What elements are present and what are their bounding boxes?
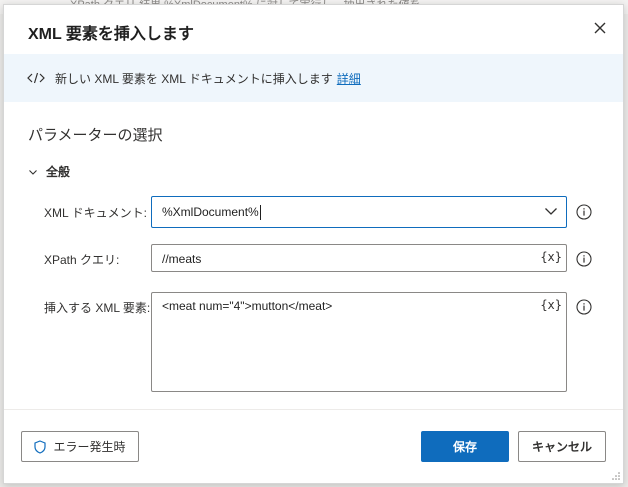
footer-divider [4, 409, 623, 410]
xml-document-label: XML ドキュメント: [44, 206, 147, 220]
code-icon [27, 72, 45, 84]
chevron-down-icon [29, 169, 37, 175]
chevron-down-icon [545, 208, 557, 215]
banner-description: 新しい XML 要素を XML ドキュメントに挿入します [55, 71, 333, 86]
details-link[interactable]: 詳細 [337, 70, 361, 87]
on-error-label: エラー発生時 [53, 440, 126, 454]
text-caret [259, 205, 261, 221]
section-title: パラメーターの選択 [28, 127, 163, 144]
dialog-title: XML 要素を挿入します [28, 26, 194, 43]
shield-icon [34, 439, 47, 454]
cancel-button[interactable]: キャンセル [518, 431, 606, 462]
close-icon [594, 22, 606, 34]
xml-document-value: %XmlDocument% [162, 205, 261, 221]
xpath-query-input[interactable]: //meats {x} [151, 244, 567, 272]
close-button[interactable] [591, 19, 609, 37]
resize-grip-icon[interactable] [611, 471, 621, 481]
group-label: 全般 [46, 165, 71, 179]
insert-xml-element-dialog: XML 要素を挿入します 新しい XML 要素を XML ドキュメントに挿入しま… [3, 4, 624, 484]
info-icon[interactable] [576, 204, 592, 220]
info-banner: 新しい XML 要素を XML ドキュメントに挿入します 詳細 [4, 54, 623, 102]
xml-element-label: 挿入する XML 要素: [44, 301, 151, 315]
on-error-button[interactable]: エラー発生時 [21, 431, 139, 462]
info-icon[interactable] [576, 299, 592, 315]
xml-document-dropdown[interactable]: %XmlDocument% [151, 196, 567, 228]
xml-element-value: <meat num="4">mutton</meat> [162, 299, 333, 313]
variable-picker-button[interactable]: {x} [540, 298, 562, 312]
variable-picker-button[interactable]: {x} [540, 250, 562, 264]
save-button[interactable]: 保存 [421, 431, 509, 462]
xpath-query-label: XPath クエリ: [44, 253, 120, 267]
info-icon[interactable] [576, 251, 592, 267]
general-group-toggle[interactable]: 全般 [28, 163, 70, 180]
xml-element-textarea[interactable]: <meat num="4">mutton</meat> {x} [151, 292, 567, 392]
xpath-query-value: //meats [162, 252, 202, 266]
